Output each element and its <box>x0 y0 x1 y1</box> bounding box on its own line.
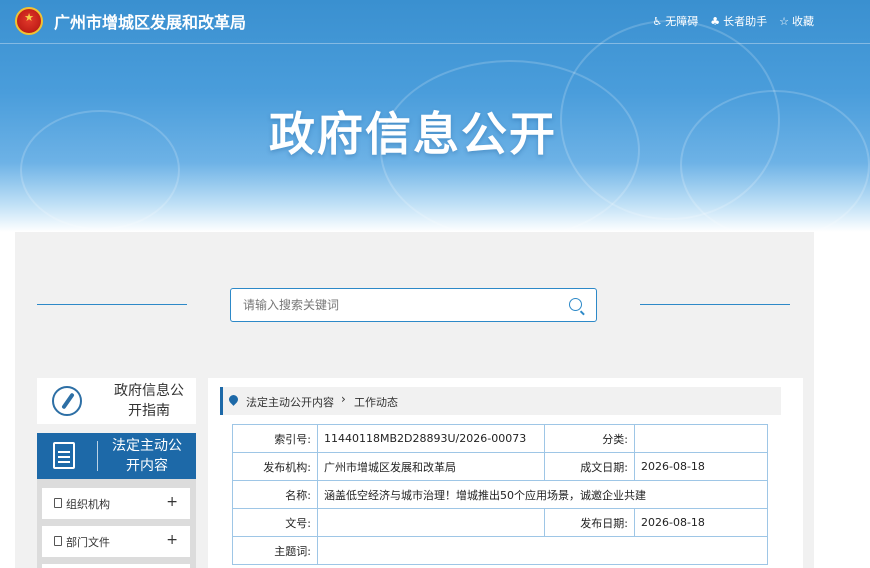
divider-line <box>640 304 790 305</box>
document-icon <box>53 442 75 469</box>
sidebar-subitem-label: 部门文件 <box>66 536 110 549</box>
index-label: 索引号: <box>232 424 318 453</box>
content-area: 法定主动公开内容 › 工作动态 索引号: 11440118MB2D28893U/… <box>208 378 803 568</box>
breadcrumb-link[interactable]: 法定主动公开内容 <box>246 394 334 410</box>
index-value: 11440118MB2D28893U/2026-00073 <box>317 424 545 453</box>
document-number-label: 文号: <box>232 508 318 537</box>
elder-helper-icon: ♣ <box>710 14 721 28</box>
elder-helper-label: 长者助手 <box>723 15 768 28</box>
subject-label: 主题词: <box>232 536 318 565</box>
expand-plus-icon[interactable]: + <box>166 532 178 548</box>
table-row: 名称: 涵盖低空经济与城市治理！增城推出50个应用场景，诚邀企业共建 <box>232 480 768 509</box>
accessibility-label: 无障碍 <box>665 15 699 28</box>
metadata-table: 索引号: 11440118MB2D28893U/2026-00073 分类: 发… <box>232 424 768 565</box>
sidebar-subitem-department-files[interactable]: 部门文件 + <box>42 526 190 557</box>
search-box <box>230 288 597 322</box>
wheelchair-icon: ♿ <box>652 14 663 28</box>
table-row: 索引号: 11440118MB2D28893U/2026-00073 分类: <box>232 424 768 453</box>
chevron-right-icon: › <box>341 392 346 406</box>
sidebar-subitem-partial <box>42 564 190 568</box>
sidebar-item-active-content[interactable]: 法定主动公开内容 <box>37 433 196 479</box>
accessibility-link[interactable]: ♿ 无障碍 <box>652 13 698 29</box>
top-bar: ★ 广州市增城区发展和改革局 ♿ 无障碍 ♣ 长者助手 ☆ 收藏 <box>0 0 870 44</box>
category-label: 分类: <box>544 424 635 453</box>
banner-title: 政府信息公开 <box>269 107 557 161</box>
elder-helper-link[interactable]: ♣ 长者助手 <box>710 13 767 29</box>
name-label: 名称: <box>232 480 318 509</box>
name-value: 涵盖低空经济与城市治理！增城推出50个应用场景，诚邀企业共建 <box>317 480 768 509</box>
published-date-value: 2026-08-18 <box>634 508 768 537</box>
location-pin-icon <box>227 393 240 406</box>
subject-value <box>317 536 768 565</box>
favorite-label: 收藏 <box>792 15 814 28</box>
divider-line <box>37 304 187 305</box>
search-icon[interactable] <box>569 298 582 311</box>
sidebar-item-label: 政府信息公开指南 <box>114 383 184 419</box>
table-row: 文号: 发布日期: 2026-08-18 <box>232 508 768 537</box>
created-date-label: 成文日期: <box>544 452 635 481</box>
compass-icon <box>52 386 82 416</box>
toolbar: ♿ 无障碍 ♣ 长者助手 ☆ 收藏 <box>652 13 814 29</box>
publisher-label: 发布机构: <box>232 452 318 481</box>
favorite-link[interactable]: ☆ 收藏 <box>779 13 814 29</box>
file-icon <box>54 498 62 508</box>
publisher-value: 广州市增城区发展和改革局 <box>317 452 545 481</box>
sidebar-subitem-label: 组织机构 <box>66 498 110 511</box>
header-banner: ★ 广州市增城区发展和改革局 ♿ 无障碍 ♣ 长者助手 ☆ 收藏 政府信息公开 <box>0 0 870 232</box>
breadcrumb: 法定主动公开内容 › 工作动态 <box>220 387 781 415</box>
national-emblem-icon: ★ <box>15 7 43 35</box>
document-number-value <box>317 508 545 537</box>
table-row: 主题词: <box>232 536 768 565</box>
created-date-value: 2026-08-18 <box>634 452 768 481</box>
divider <box>97 441 98 471</box>
sidebar-subitem-organization[interactable]: 组织机构 + <box>42 488 190 519</box>
sidebar-item-guide[interactable]: 政府信息公开指南 <box>37 378 196 424</box>
table-row: 发布机构: 广州市增城区发展和改革局 成文日期: 2026-08-18 <box>232 452 768 481</box>
sidebar-item-label: 法定主动公开内容 <box>112 438 182 474</box>
search-input[interactable] <box>241 295 551 315</box>
main-panel: 政府信息公开指南 法定主动公开内容 组织机构 + 部门文件 + 法定主动公开内容… <box>15 232 814 568</box>
category-value <box>634 424 768 453</box>
published-date-label: 发布日期: <box>544 508 635 537</box>
expand-plus-icon[interactable]: + <box>166 494 178 510</box>
star-icon: ☆ <box>779 14 789 28</box>
file-icon <box>54 536 62 546</box>
site-title[interactable]: 广州市增城区发展和改革局 <box>54 9 246 33</box>
breadcrumb-current[interactable]: 工作动态 <box>354 394 398 410</box>
sidebar-submenu: 组织机构 + 部门文件 + <box>37 479 196 568</box>
